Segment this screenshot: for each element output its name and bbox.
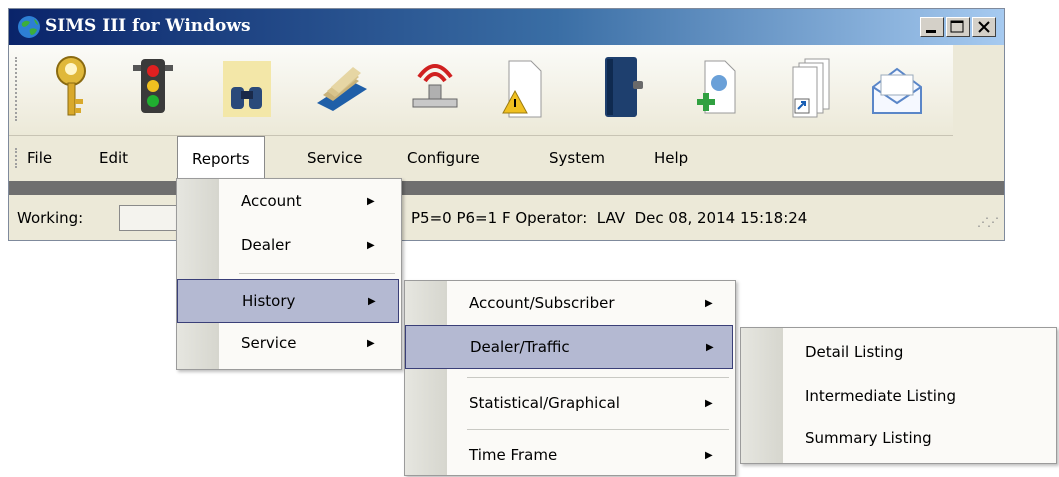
minimize-icon xyxy=(926,30,936,33)
divider-bar xyxy=(9,181,1004,195)
resize-grip-icon[interactable]: ⋰⋰ xyxy=(977,215,999,229)
submenu-arrow-icon: ▶ xyxy=(367,337,375,349)
traffic-light-icon[interactable] xyxy=(125,51,181,123)
maximize-button[interactable] xyxy=(946,17,970,37)
menu-separator xyxy=(239,273,395,274)
menu-item-account-subscriber[interactable]: Account/Subscriber ▶ xyxy=(405,281,735,325)
card-file-icon[interactable] xyxy=(313,51,369,123)
window-title: SIMS III for Windows xyxy=(45,16,251,36)
submenu-arrow-icon: ▶ xyxy=(367,195,375,207)
menu-edit[interactable]: Edit xyxy=(99,149,128,167)
globe-app-icon xyxy=(18,16,40,38)
dealer-traffic-submenu: Detail Listing Intermediate Listing Summ… xyxy=(740,327,1057,464)
title-bar[interactable]: SIMS III for Windows xyxy=(9,9,1004,45)
menu-bar: File Edit Reports Service Configure Syst… xyxy=(9,136,1004,180)
binoculars-icon[interactable] xyxy=(219,51,275,123)
status-bar: Working: P5=0 P6=1 F Operator: LAV Dec 0… xyxy=(9,196,1004,240)
menu-item-intermediate-listing[interactable]: Intermediate Listing xyxy=(741,374,1056,418)
app-window: SIMS III for Windows File Edit Reports S… xyxy=(8,8,1005,241)
submenu-arrow-icon: ▶ xyxy=(367,239,375,251)
menu-item-service[interactable]: Service ▶ xyxy=(177,321,401,365)
documents-shortcut-icon[interactable] xyxy=(781,51,837,123)
menu-item-account[interactable]: Account ▶ xyxy=(177,179,401,223)
history-submenu: Account/Subscriber ▶ Dealer/Traffic ▶ St… xyxy=(404,280,736,476)
reports-menu: Account ▶ Dealer ▶ History ▶ Service ▶ xyxy=(176,178,402,370)
menubar-grip[interactable] xyxy=(15,148,20,168)
menu-item-dealer[interactable]: Dealer ▶ xyxy=(177,223,401,267)
menu-item-history[interactable]: History ▶ xyxy=(177,279,399,323)
menu-file[interactable]: File xyxy=(27,149,52,167)
close-icon xyxy=(978,21,990,33)
toolbar-grip[interactable] xyxy=(15,57,20,121)
menu-separator xyxy=(467,377,729,378)
menu-help[interactable]: Help xyxy=(654,149,688,167)
submenu-arrow-icon: ▶ xyxy=(705,297,713,309)
envelope-icon[interactable] xyxy=(869,51,925,123)
menu-item-dealer-traffic[interactable]: Dealer/Traffic ▶ xyxy=(405,325,733,369)
menu-item-time-frame[interactable]: Time Frame ▶ xyxy=(405,433,735,477)
submenu-arrow-icon: ▶ xyxy=(706,341,714,353)
address-book-icon[interactable] xyxy=(593,51,649,123)
alarm-signal-icon[interactable] xyxy=(407,51,463,123)
menu-item-summary-listing[interactable]: Summary Listing xyxy=(741,416,1056,460)
menu-system[interactable]: System xyxy=(549,149,605,167)
menu-item-statistical-graphical[interactable]: Statistical/Graphical ▶ xyxy=(405,381,735,425)
submenu-arrow-icon: ▶ xyxy=(368,295,376,307)
menu-item-detail-listing[interactable]: Detail Listing xyxy=(741,330,1056,374)
status-info-text: P5=0 P6=1 F Operator: LAV Dec 08, 2014 1… xyxy=(411,209,808,227)
key-icon[interactable] xyxy=(43,51,99,123)
maximize-icon xyxy=(950,20,964,33)
status-working-field xyxy=(119,205,181,231)
status-working-label: Working: xyxy=(17,209,84,227)
add-document-icon[interactable] xyxy=(689,51,745,123)
toolbar xyxy=(9,45,953,136)
submenu-arrow-icon: ▶ xyxy=(705,449,713,461)
menu-separator xyxy=(467,429,729,430)
minimize-button[interactable] xyxy=(920,17,944,37)
menu-configure[interactable]: Configure xyxy=(407,149,480,167)
menu-reports[interactable]: Reports xyxy=(177,136,265,180)
submenu-arrow-icon: ▶ xyxy=(705,397,713,409)
menu-service[interactable]: Service xyxy=(307,149,362,167)
warning-document-icon[interactable] xyxy=(495,51,551,123)
close-button[interactable] xyxy=(972,17,996,37)
